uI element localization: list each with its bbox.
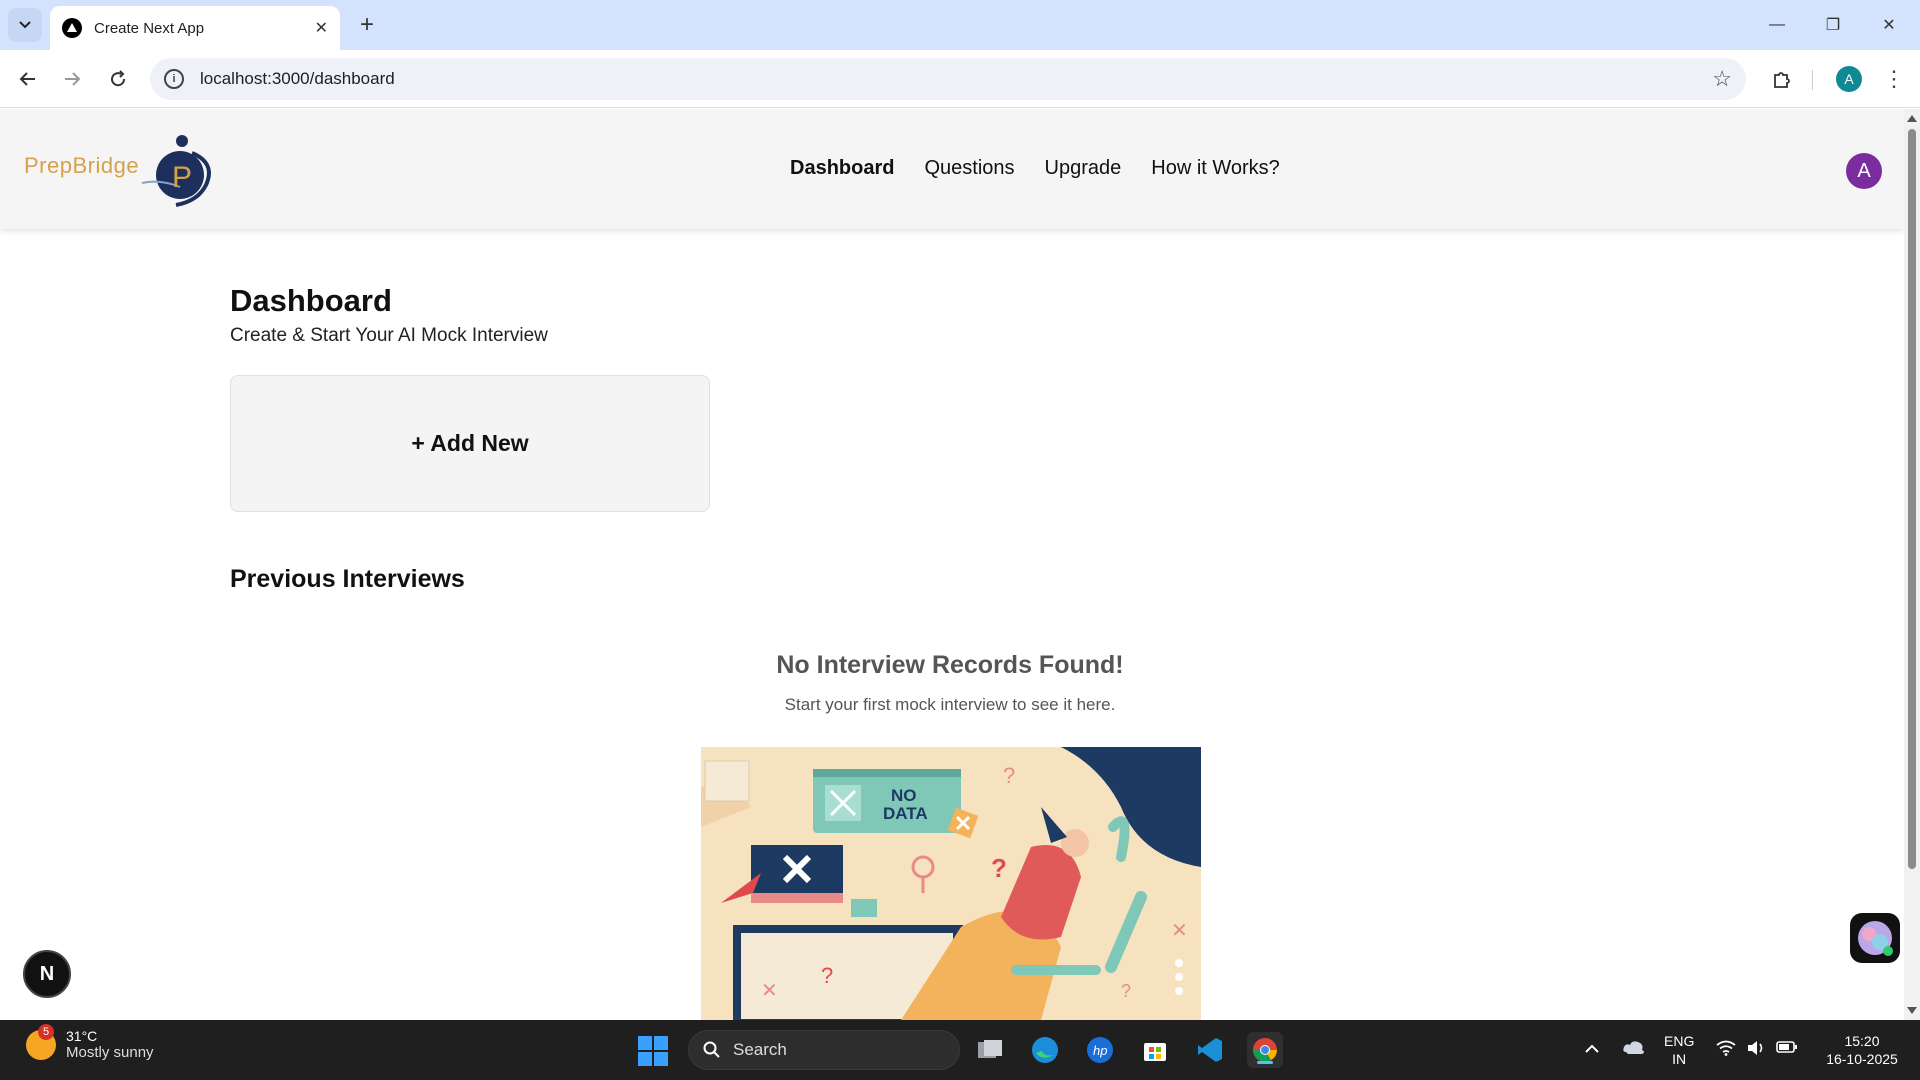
svg-text:?: ?: [1003, 763, 1015, 788]
no-data-illustration: NO DATA ? ? ✕ ? ✕ ?: [701, 747, 1201, 1020]
chrome-icon[interactable]: [1247, 1032, 1283, 1068]
browser-profile-avatar[interactable]: A: [1836, 66, 1862, 92]
svg-text:DATA: DATA: [883, 804, 928, 823]
language-code: ENG: [1664, 1033, 1695, 1049]
svg-text:?: ?: [991, 853, 1007, 883]
nav-dashboard[interactable]: Dashboard: [790, 157, 894, 180]
clock[interactable]: 15:20 16-10-2025: [1814, 1032, 1910, 1068]
minimize-button[interactable]: —: [1754, 8, 1800, 42]
weather-widget[interactable]: 5 31°C Mostly sunny: [26, 1023, 154, 1061]
page-title: Dashboard: [230, 283, 392, 318]
empty-state-title: No Interview Records Found!: [776, 651, 1124, 679]
task-view-icon[interactable]: [972, 1032, 1008, 1068]
wifi-icon[interactable]: [1716, 1040, 1736, 1060]
scroll-up-icon[interactable]: [1907, 115, 1917, 122]
search-icon: [703, 1041, 720, 1058]
clock-date: 16-10-2025: [1826, 1051, 1898, 1067]
close-tab-icon[interactable]: ✕: [315, 18, 328, 38]
weather-temperature: 31°C: [66, 1028, 98, 1044]
page-subtitle: Create & Start Your AI Mock Interview: [230, 325, 548, 346]
forward-button[interactable]: [56, 63, 88, 95]
app-header: PrepBridge P Dashboard Questions Upgrade…: [0, 109, 1904, 229]
browser-menu-icon[interactable]: ⋮: [1882, 63, 1906, 95]
svg-text:?: ?: [1121, 981, 1131, 1001]
bookmark-star-icon[interactable]: ☆: [1712, 66, 1732, 92]
restore-button[interactable]: ❐: [1810, 8, 1856, 42]
region-code: IN: [1672, 1051, 1687, 1067]
back-button[interactable]: [12, 63, 44, 95]
arrow-right-icon: [65, 72, 81, 86]
svg-text:?: ?: [821, 963, 833, 988]
reload-icon: [111, 70, 126, 87]
site-info-icon[interactable]: i: [164, 69, 184, 89]
taskbar-search[interactable]: Search: [688, 1030, 960, 1070]
onedrive-icon[interactable]: [1622, 1038, 1646, 1060]
battery-icon[interactable]: [1776, 1040, 1798, 1058]
edge-browser-icon[interactable]: [1027, 1032, 1063, 1068]
reload-button[interactable]: [102, 63, 134, 95]
nextjs-favicon-icon: [62, 18, 82, 38]
tab-search-button[interactable]: [8, 8, 42, 42]
nav-upgrade[interactable]: Upgrade: [1045, 157, 1122, 180]
volume-icon[interactable]: [1746, 1040, 1766, 1060]
main-nav: Dashboard Questions Upgrade How it Works…: [790, 157, 1280, 180]
page-scrollbar[interactable]: [1904, 109, 1920, 1020]
hp-app-icon[interactable]: hp: [1082, 1032, 1118, 1068]
nav-questions[interactable]: Questions: [924, 157, 1014, 180]
show-hidden-icons-chevron-icon[interactable]: [1584, 1040, 1600, 1058]
add-new-interview-button[interactable]: + Add New: [230, 375, 710, 512]
address-bar[interactable]: i localhost:3000/dashboard ☆: [150, 58, 1746, 100]
scroll-thumb[interactable]: [1908, 129, 1916, 869]
puzzle-icon: [1774, 72, 1790, 88]
chevron-down-icon: [19, 21, 31, 29]
browser-tabstrip: Create Next App ✕ + — ❐ ✕: [0, 0, 1920, 50]
weather-badge: 5: [38, 1023, 54, 1040]
nextjs-dev-indicator[interactable]: N: [23, 950, 71, 998]
svg-text:✕: ✕: [1171, 920, 1188, 942]
arrow-left-icon: [19, 72, 35, 86]
browser-tab-active[interactable]: Create Next App ✕: [50, 6, 340, 50]
svg-text:NO: NO: [891, 786, 917, 805]
svg-text:P: P: [172, 161, 192, 194]
page-viewport: PrepBridge P Dashboard Questions Upgrade…: [0, 109, 1904, 1020]
url-text: localhost:3000/dashboard: [200, 69, 395, 88]
logo-icon[interactable]: P: [140, 133, 220, 213]
extensions-button[interactable]: [1766, 63, 1798, 95]
active-app-indicator: [1257, 1061, 1273, 1064]
browser-toolbar: i localhost:3000/dashboard ☆ A ⋮: [0, 50, 1920, 108]
new-tab-button[interactable]: +: [352, 10, 382, 40]
windows-start-button[interactable]: [638, 1036, 668, 1066]
user-avatar[interactable]: A: [1846, 153, 1882, 189]
vscode-icon[interactable]: [1192, 1032, 1228, 1068]
scroll-down-icon[interactable]: [1907, 1007, 1917, 1014]
toolbar-separator: [1812, 70, 1813, 90]
taskbar-search-label: Search: [733, 1040, 787, 1059]
clock-time: 15:20: [1844, 1033, 1880, 1049]
close-window-button[interactable]: ✕: [1866, 8, 1912, 42]
svg-text:✕: ✕: [761, 980, 778, 1002]
svg-text:hp: hp: [1093, 1043, 1107, 1058]
microsoft-store-icon[interactable]: [1137, 1032, 1173, 1068]
tab-title: Create Next App: [94, 19, 205, 37]
assistant-orb-icon: [1858, 921, 1893, 956]
language-indicator[interactable]: ENG IN: [1664, 1032, 1694, 1068]
empty-state-subtitle: Start your first mock interview to see i…: [784, 695, 1116, 714]
windows-taskbar: 5 31°C Mostly sunny Search hp ENG IN 15:…: [0, 1020, 1920, 1080]
assistant-widget-button[interactable]: [1850, 913, 1900, 963]
previous-interviews-heading: Previous Interviews: [230, 565, 465, 593]
weather-description: Mostly sunny: [66, 1044, 154, 1061]
sun-icon: 5: [26, 1023, 56, 1060]
logo-text[interactable]: PrepBridge: [24, 153, 139, 179]
nav-how-it-works[interactable]: How it Works?: [1151, 157, 1280, 180]
